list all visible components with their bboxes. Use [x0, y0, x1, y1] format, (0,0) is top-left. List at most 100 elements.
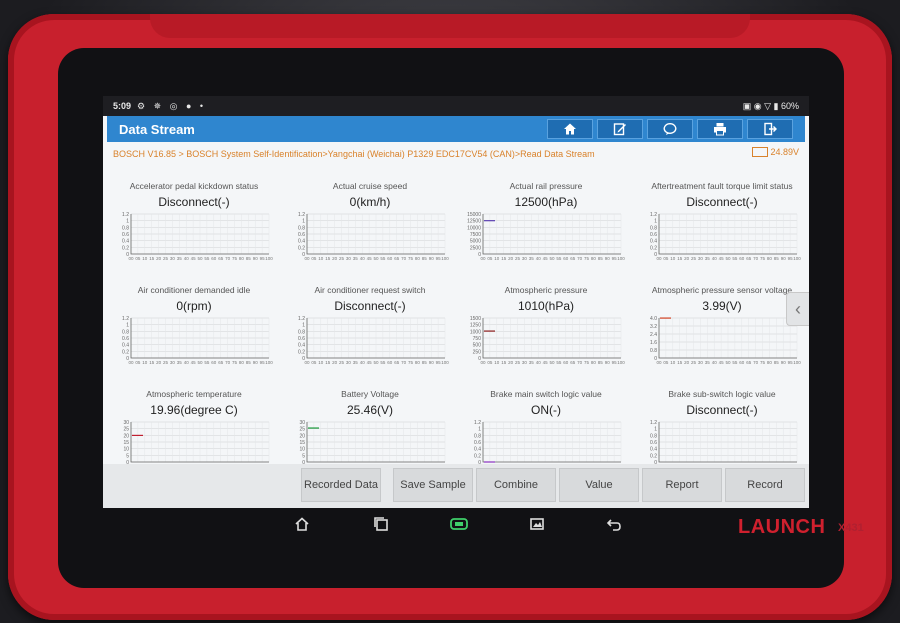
nav-screenshot-button[interactable]: [526, 514, 548, 534]
exit-button[interactable]: [747, 119, 793, 139]
x-tick-label: 20: [508, 256, 514, 261]
x-tick-label: 55: [556, 256, 562, 261]
x-tick-label: 40: [536, 360, 542, 365]
x-tick-label: 15: [677, 256, 683, 261]
data-stream-item[interactable]: Aftertreatment fault torque limit status…: [635, 162, 809, 266]
home-button[interactable]: [547, 119, 593, 139]
y-tick-label: 7500: [470, 232, 481, 238]
x-tick-label: 45: [191, 360, 197, 365]
recorded-data-button[interactable]: Recorded Data: [301, 468, 381, 502]
y-tick-label: 0.4: [122, 343, 129, 349]
chat-button[interactable]: [647, 119, 693, 139]
data-stream-item[interactable]: Accelerator pedal kickdown status Disconn…: [107, 162, 281, 266]
y-tick-label: 0.4: [298, 343, 305, 349]
nav-recent-apps-button[interactable]: [370, 514, 392, 534]
print-button[interactable]: [697, 119, 743, 139]
data-stream-item[interactable]: Atmospheric pressure sensor voltage 3.99(…: [635, 266, 809, 370]
data-stream-item[interactable]: Actual rail pressure 12500(hPa) 15000 12500…: [459, 162, 633, 266]
data-stream-item[interactable]: Brake main switch logic value ON(-) 1.2 1 0.…: [459, 370, 633, 474]
y-tick-label: 1.2: [122, 212, 129, 218]
data-item-label: Battery Voltage: [341, 389, 399, 399]
x-tick-label: 70: [753, 360, 759, 365]
x-tick-label: 15: [149, 256, 155, 261]
x-tick-label: 15: [325, 360, 331, 365]
x-tick-label: 00: [656, 256, 662, 261]
data-stream-item[interactable]: Actual cruise speed 0(km/h) 1.2 1 0.8 0.6 0.4 0…: [283, 162, 457, 266]
value-button[interactable]: Value: [559, 468, 639, 502]
x-tick-label: 100: [265, 360, 273, 365]
y-tick-label: 0.6: [474, 440, 481, 446]
x-tick-label: 85: [246, 360, 252, 365]
save-sample-button[interactable]: Save Sample: [393, 468, 473, 502]
nav-home-button[interactable]: [291, 514, 313, 534]
y-tick-label: 20: [299, 433, 305, 439]
data-item-value: Disconnect(-): [334, 299, 406, 313]
combine-button[interactable]: Combine: [476, 468, 556, 502]
y-tick-label: 0.6: [650, 440, 657, 446]
data-stream-item[interactable]: Air conditioner request switch Disconnect…: [283, 266, 457, 370]
y-tick-label: 20: [123, 433, 129, 439]
y-tick-label: 0.8: [650, 348, 657, 354]
x-tick-label: 85: [598, 360, 604, 365]
x-tick-label: 10: [494, 360, 500, 365]
y-tick-label: 0.6: [122, 336, 129, 342]
x-tick-label: 05: [311, 360, 317, 365]
data-item-label: Aftertreatment fault torque limit status: [651, 181, 793, 191]
battery-voltage: 24.89V: [752, 147, 799, 157]
y-tick-label: 3.2: [650, 324, 657, 330]
x-tick-label: 70: [753, 256, 759, 261]
x-tick-label: 10: [494, 256, 500, 261]
x-tick-label: 35: [353, 360, 359, 365]
nav-vci-button[interactable]: [448, 514, 470, 534]
data-stream-item[interactable]: Air conditioner demanded idle 0(rpm) 1.2 1 0…: [107, 266, 281, 370]
data-stream-item[interactable]: Battery Voltage25.46(V)30252015105000051…: [283, 370, 457, 474]
mini-chart: 1.210.80.60.40.2000051015202530354045505…: [298, 316, 449, 365]
x-tick-label: 50: [197, 256, 203, 261]
x-tick-label: 90: [253, 256, 259, 261]
x-tick-label: 70: [577, 360, 583, 365]
mini-chart: 1.210.80.60.40.2000051015202530354045505…: [650, 212, 801, 261]
x-tick-label: 100: [441, 360, 449, 365]
x-tick-label: 15: [501, 360, 507, 365]
nav-back-button[interactable]: [603, 514, 625, 534]
x-tick-label: 35: [529, 256, 535, 261]
x-tick-label: 80: [415, 256, 421, 261]
x-tick-label: 20: [332, 360, 338, 365]
y-tick-label: 10: [299, 447, 305, 453]
data-item-value: ON(-): [531, 403, 561, 417]
y-tick-label: 0.4: [474, 447, 481, 453]
x-tick-label: 55: [732, 256, 738, 261]
y-tick-label: 1.2: [298, 212, 305, 218]
x-tick-label: 40: [712, 360, 718, 365]
y-tick-label: 0.8: [298, 225, 305, 231]
system-icons: ▣ ◉ ▽ ▮ 60%: [742, 101, 799, 111]
data-stream-item[interactable]: Atmospheric temperature 19.96(degree C) 30…: [107, 370, 281, 474]
edit-button[interactable]: [597, 119, 643, 139]
exit-icon: [764, 122, 777, 136]
x-tick-label: 20: [156, 360, 162, 365]
record-button[interactable]: Record: [725, 468, 805, 502]
y-tick-label: 1: [126, 323, 129, 329]
y-tick-label: 0.2: [122, 349, 129, 355]
y-tick-label: 0.4: [122, 239, 129, 245]
x-tick-label: 05: [487, 256, 493, 261]
y-tick-label: 15: [299, 440, 305, 446]
y-tick-label: 5000: [470, 239, 481, 245]
x-tick-label: 60: [563, 256, 569, 261]
data-item-label: Atmospheric temperature: [146, 389, 242, 399]
x-tick-label: 25: [691, 256, 697, 261]
y-tick-label: 0.4: [298, 239, 305, 245]
x-tick-label: 30: [522, 360, 528, 365]
y-tick-label: 0.8: [650, 433, 657, 439]
x-tick-label: 00: [480, 256, 486, 261]
x-tick-label: 05: [487, 360, 493, 365]
y-tick-label: 1: [654, 427, 657, 433]
title-bar: Data Stream: [107, 116, 805, 142]
y-tick-label: 10: [123, 447, 129, 453]
side-panel-toggle[interactable]: ‹: [786, 292, 809, 326]
report-button[interactable]: Report: [642, 468, 722, 502]
data-stream-item[interactable]: Atmospheric pressure 1010(hPa) 1500 1250 100…: [459, 266, 633, 370]
data-stream-item[interactable]: Brake sub-switch logic value Disconnect(-…: [635, 370, 809, 474]
notification-icons: ⚙ ✵ ◎ ● •: [137, 101, 207, 111]
x-tick-label: 30: [522, 256, 528, 261]
